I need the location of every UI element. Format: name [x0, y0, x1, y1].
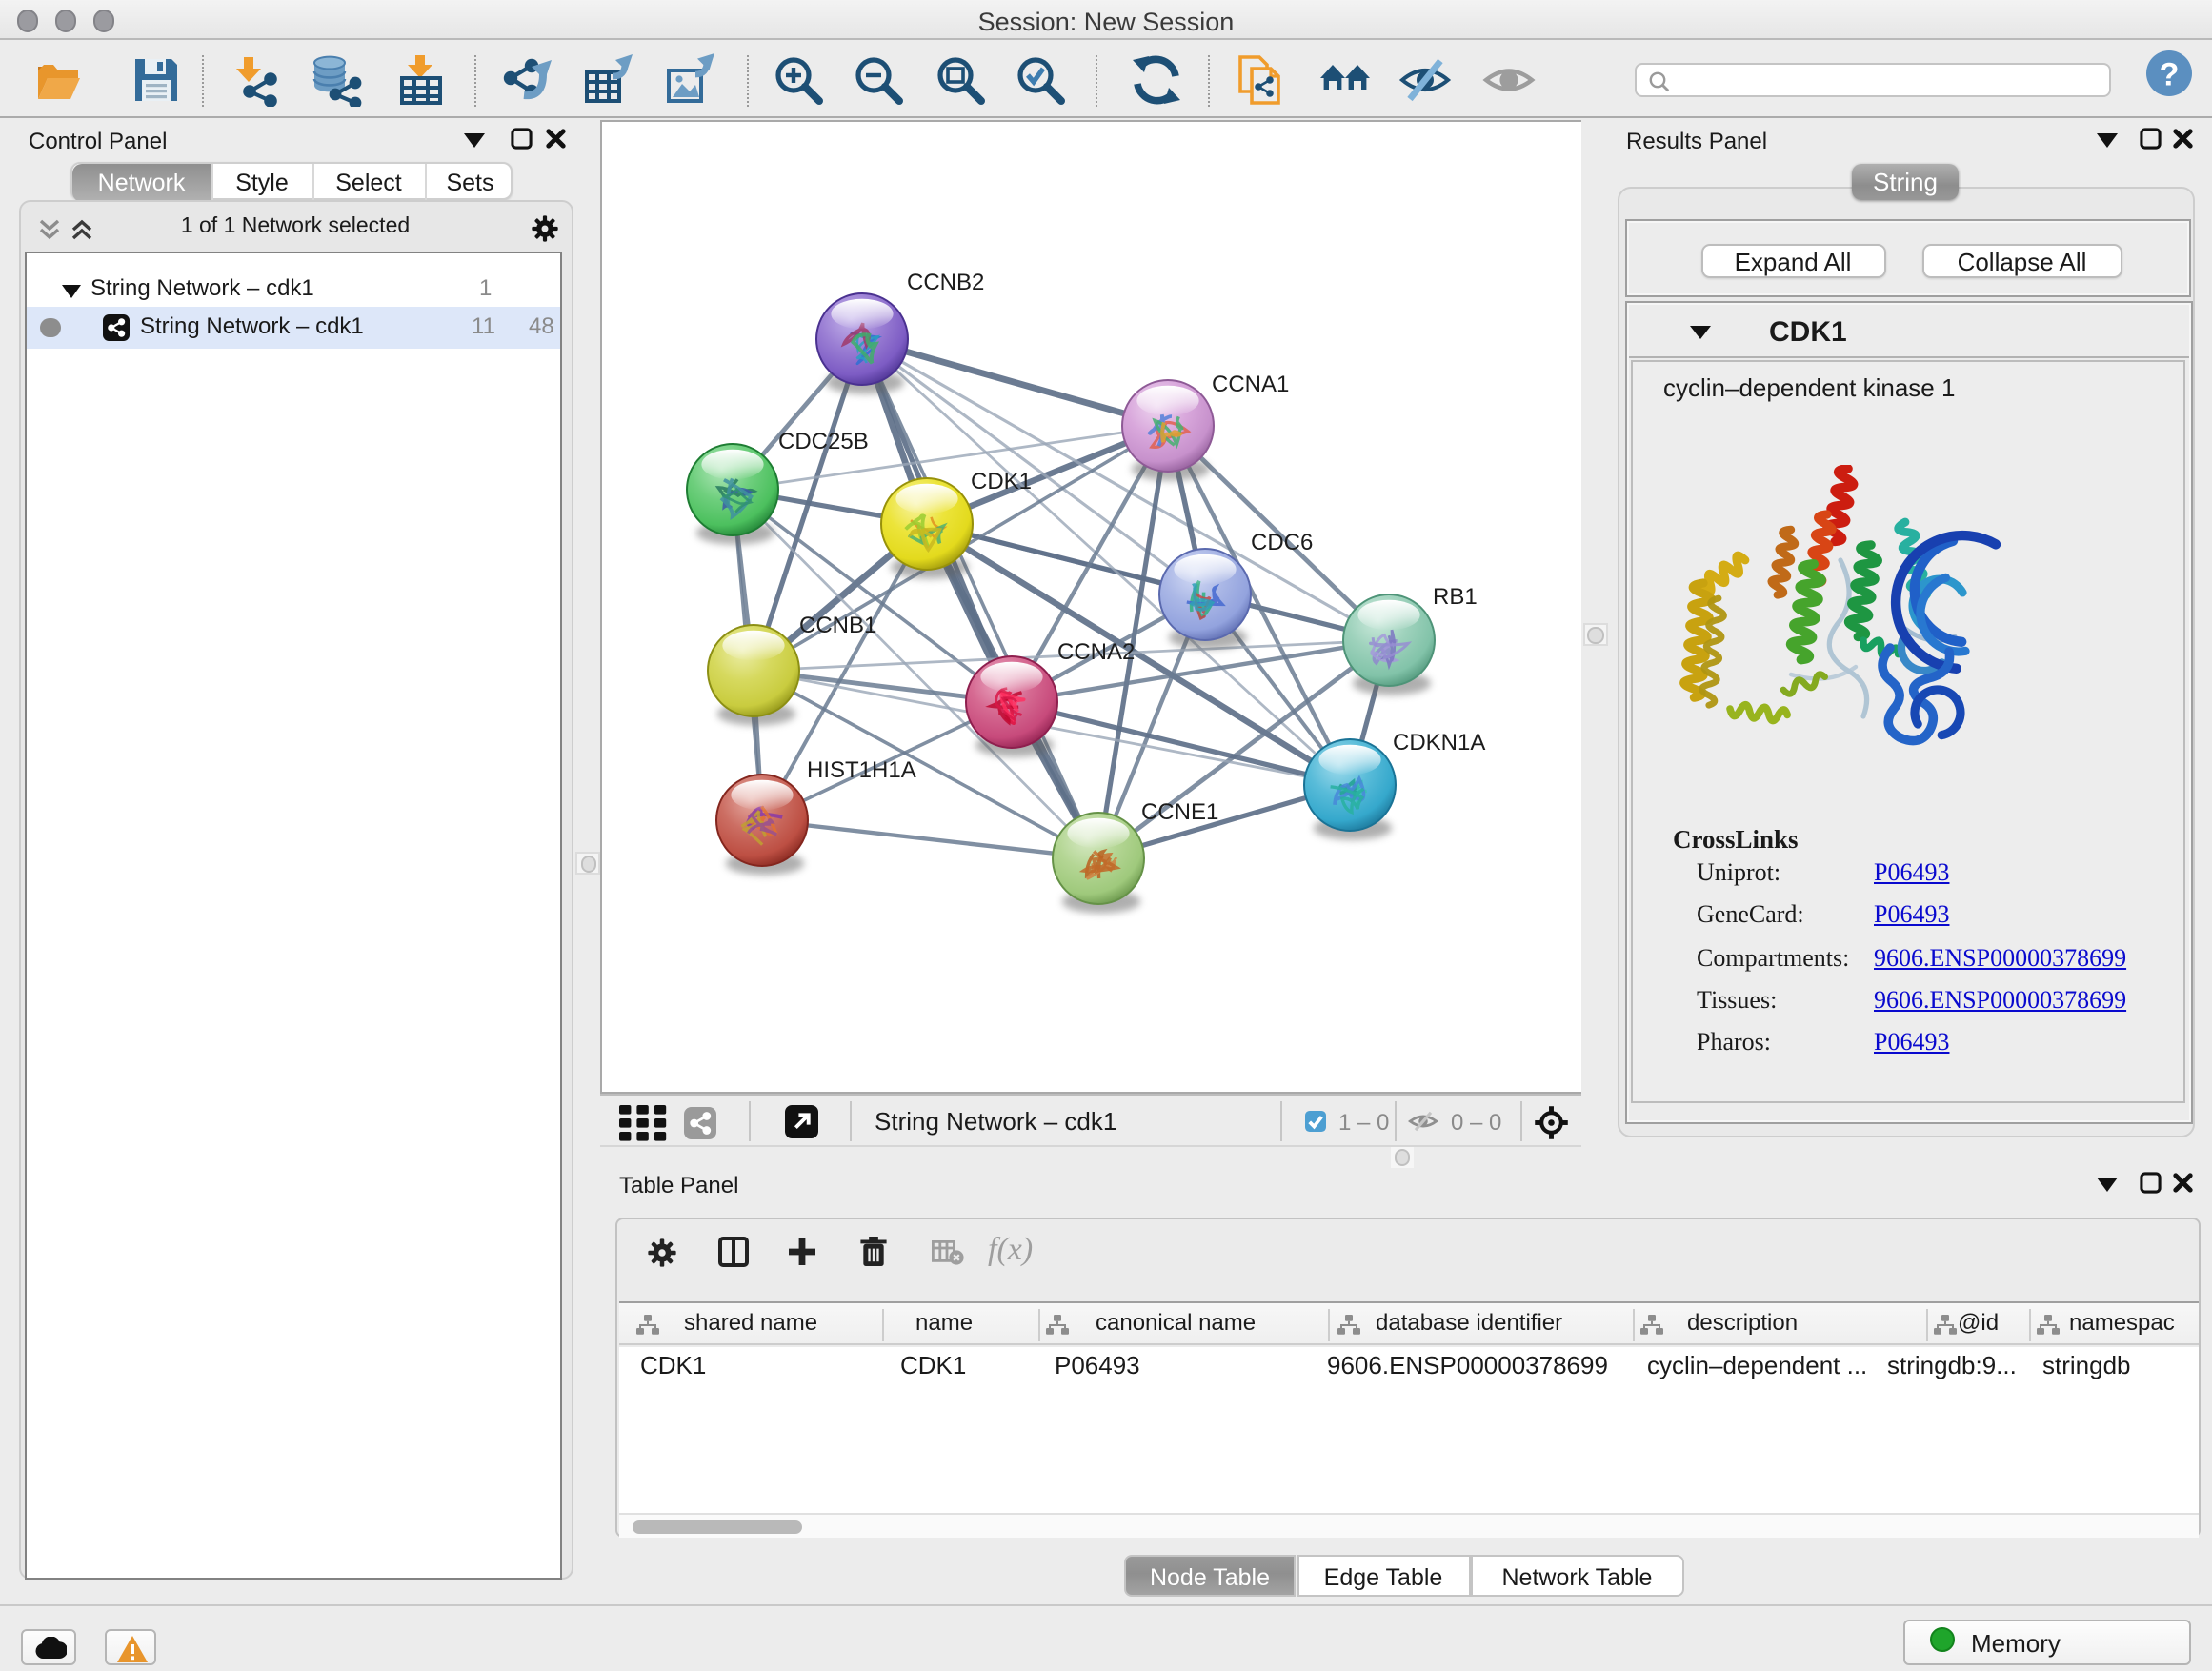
svg-text:CDK1: CDK1 — [971, 469, 1032, 494]
svg-text:CCNA1: CCNA1 — [1212, 372, 1289, 397]
svg-text:CCNB1: CCNB1 — [799, 613, 876, 638]
svg-text:CCNE1: CCNE1 — [1141, 799, 1218, 825]
svg-text:HIST1H1A: HIST1H1A — [807, 757, 916, 783]
svg-text:CDC6: CDC6 — [1251, 530, 1313, 555]
svg-text:CCNA2: CCNA2 — [1057, 639, 1135, 665]
svg-text:RB1: RB1 — [1433, 584, 1478, 610]
svg-text:CDKN1A: CDKN1A — [1393, 730, 1485, 755]
svg-text:CDC25B: CDC25B — [778, 429, 869, 454]
svg-text:?: ? — [2160, 55, 2180, 91]
svg-text:CCNB2: CCNB2 — [907, 270, 984, 295]
